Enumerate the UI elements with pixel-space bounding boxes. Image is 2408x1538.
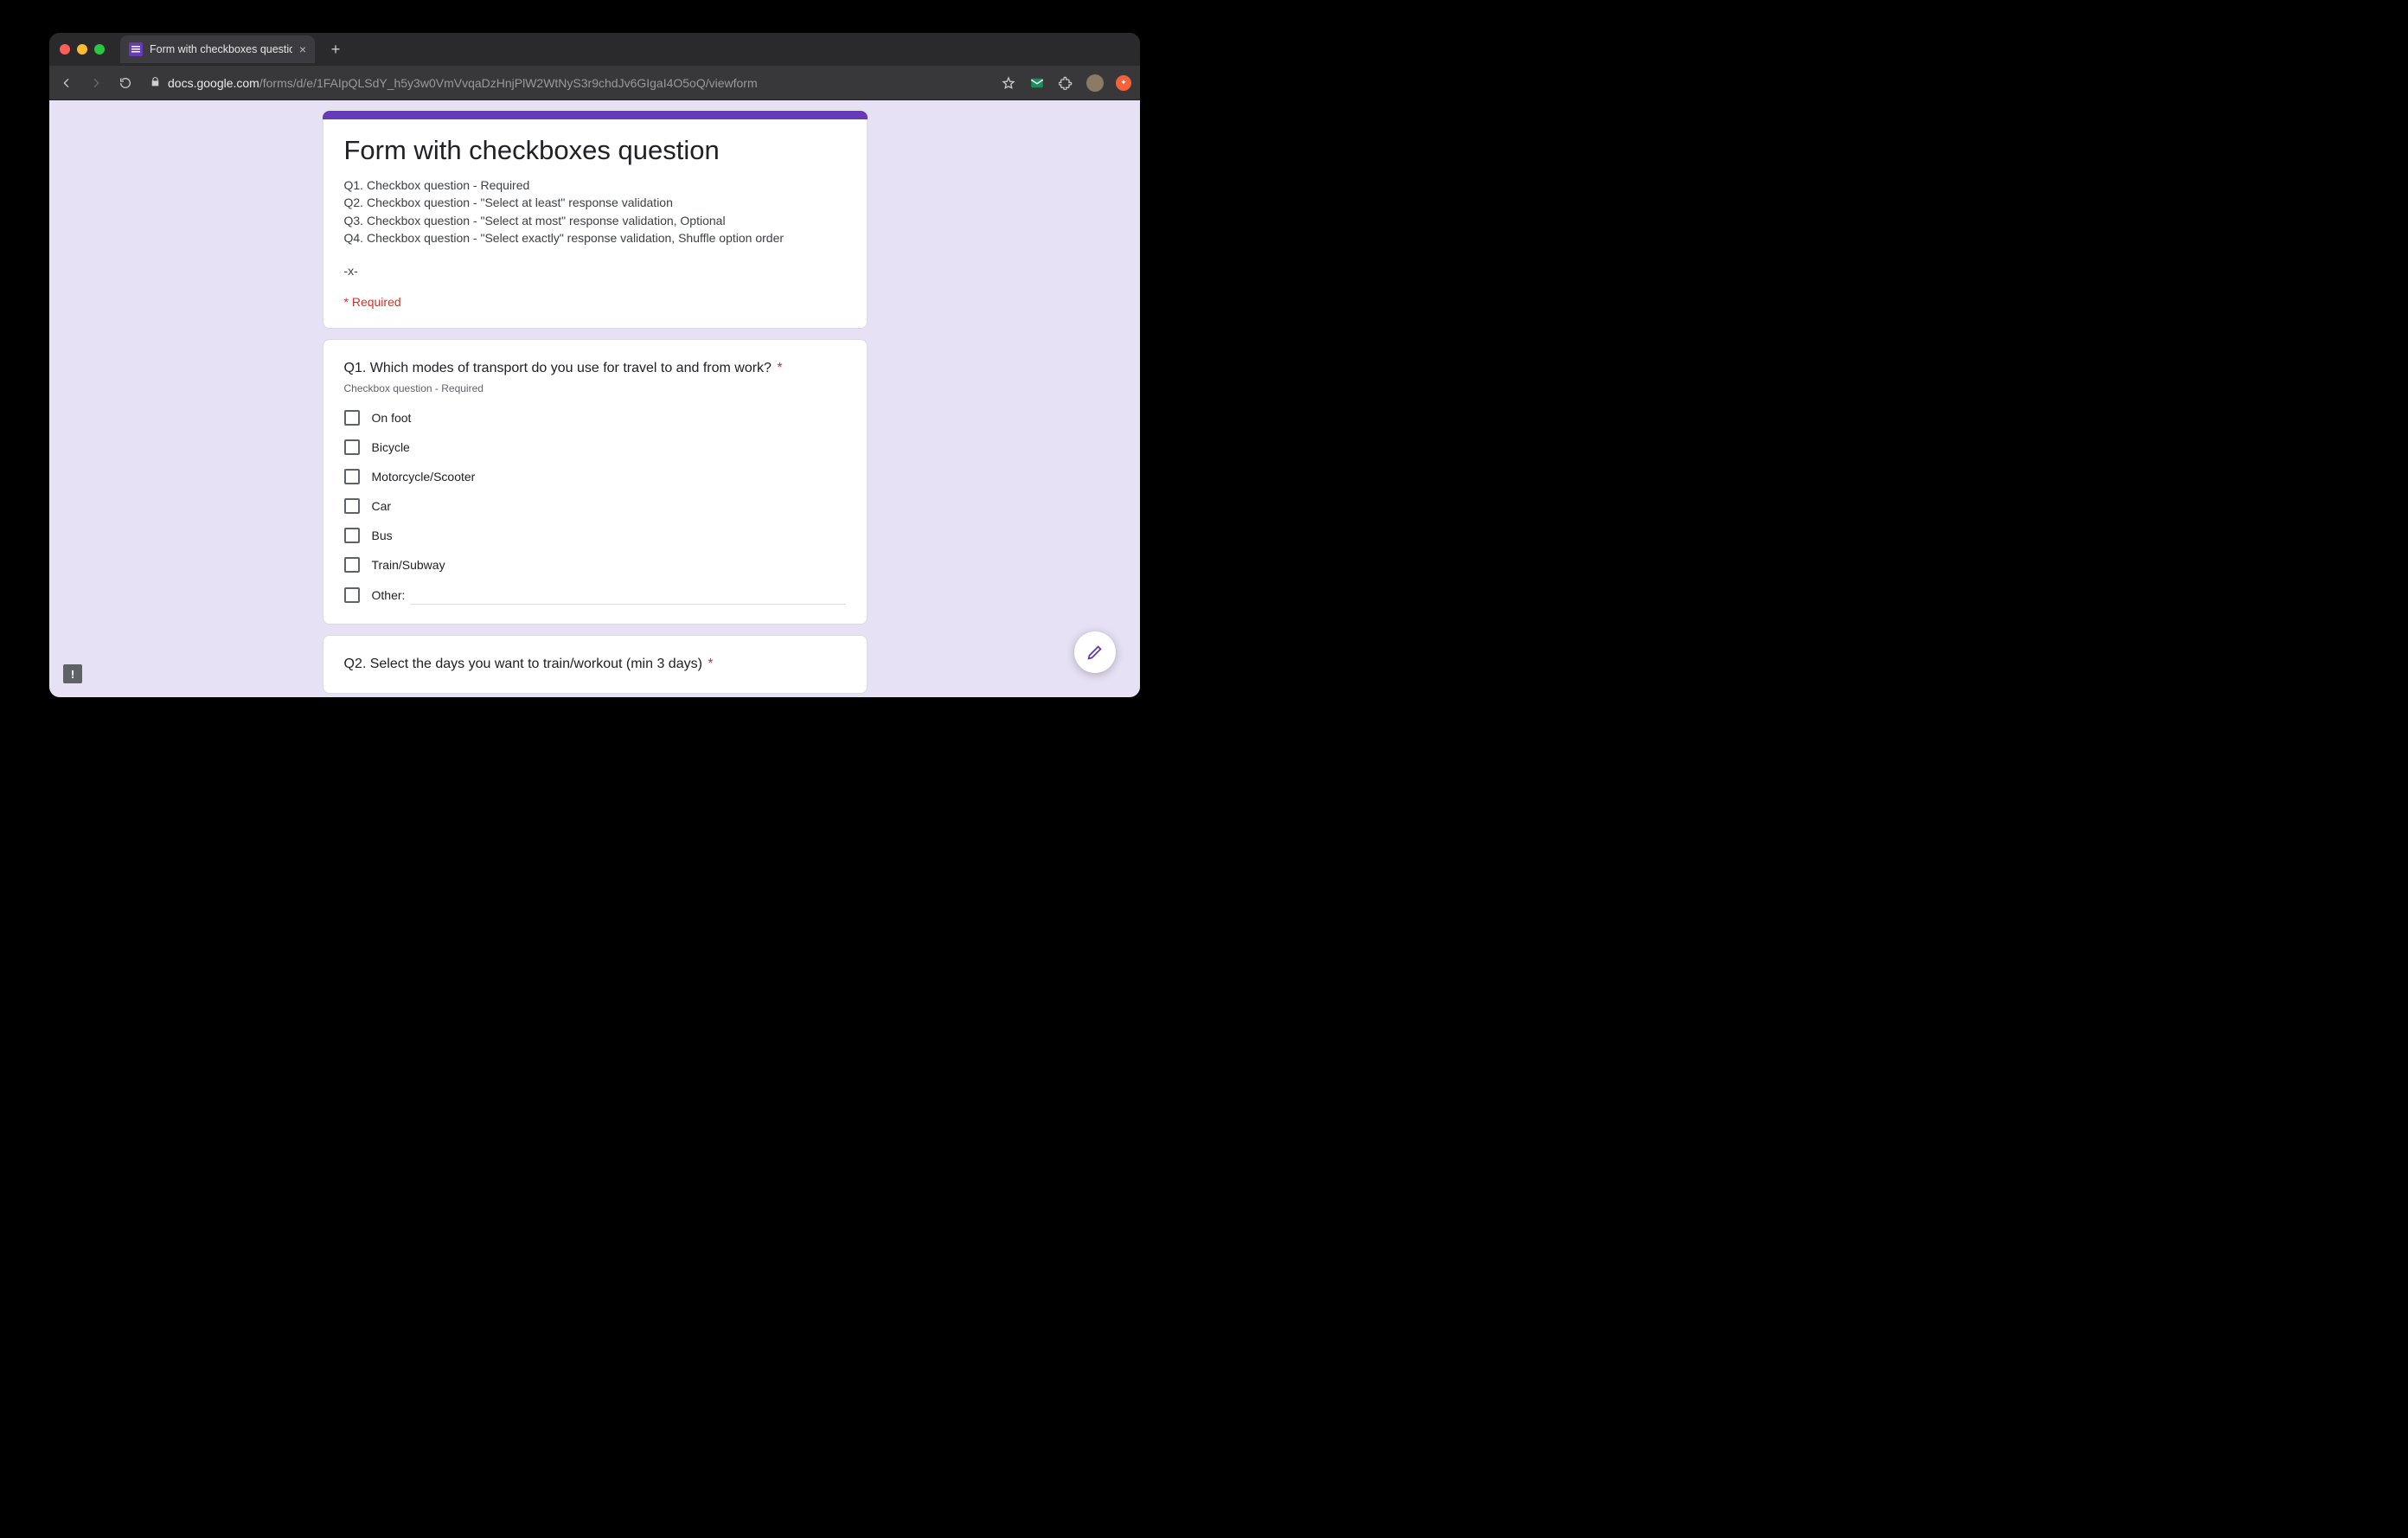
- window-maximize-button[interactable]: [94, 44, 105, 54]
- desc-separator: -x-: [344, 262, 846, 279]
- checkbox-option[interactable]: Bicycle: [344, 439, 846, 455]
- checkbox-option-other[interactable]: Other:: [344, 586, 846, 605]
- checkbox-icon[interactable]: [344, 557, 360, 573]
- titlebar: Form with checkboxes questio × +: [49, 33, 1140, 66]
- checkbox-icon[interactable]: [344, 498, 360, 514]
- option-label: Car: [372, 499, 392, 513]
- pencil-icon: [1086, 643, 1105, 662]
- lock-icon: [150, 76, 161, 90]
- desc-line: Q2. Checkbox question - "Select at least…: [344, 194, 846, 211]
- toolbar-actions: [1000, 74, 1131, 92]
- tab-title: Form with checkboxes questio: [150, 43, 292, 55]
- window-minimize-button[interactable]: [77, 44, 87, 54]
- checkbox-option[interactable]: On foot: [344, 410, 846, 426]
- desc-line: Q3. Checkbox question - "Select at most"…: [344, 212, 846, 229]
- mail-extension-icon[interactable]: [1029, 75, 1045, 91]
- required-note: * Required: [344, 295, 846, 309]
- form-title: Form with checkboxes question: [344, 135, 846, 166]
- other-label: Other:: [372, 588, 406, 602]
- checkbox-option[interactable]: Bus: [344, 528, 846, 543]
- checkbox-options: On foot Bicycle Motorcycle/Scooter Car: [344, 410, 846, 605]
- option-label: On foot: [372, 411, 412, 425]
- option-label: Motorcycle/Scooter: [372, 470, 476, 484]
- desc-line: Q4. Checkbox question - "Select exactly"…: [344, 229, 846, 247]
- checkbox-icon[interactable]: [344, 587, 360, 603]
- exclamation-icon: !: [71, 669, 74, 680]
- form-description: Q1. Checkbox question - Required Q2. Che…: [344, 176, 846, 279]
- tab-close-button[interactable]: ×: [299, 42, 306, 56]
- browser-tab[interactable]: Form with checkboxes questio ×: [120, 35, 315, 63]
- edit-form-fab[interactable]: [1074, 631, 1116, 673]
- option-label: Bicycle: [372, 440, 410, 454]
- form-container: Form with checkboxes question Q1. Checkb…: [323, 109, 868, 694]
- bookmark-star-icon[interactable]: [1000, 74, 1017, 92]
- desc-line: Q1. Checkbox question - Required: [344, 176, 846, 194]
- required-star: *: [777, 361, 782, 375]
- browser-window: Form with checkboxes questio × + docs.go…: [49, 33, 1140, 697]
- checkbox-option[interactable]: Car: [344, 498, 846, 514]
- forward-button[interactable]: [87, 74, 105, 92]
- new-tab-button[interactable]: +: [323, 37, 348, 61]
- checkbox-option[interactable]: Train/Subway: [344, 557, 846, 573]
- other-text-input[interactable]: [410, 586, 845, 605]
- url-text: docs.google.com/forms/d/e/1FAIpQLSdY_h5y…: [168, 76, 758, 90]
- form-header-card: Form with checkboxes question Q1. Checkb…: [323, 109, 868, 329]
- question-card-q1: Q1. Which modes of transport do you use …: [323, 339, 868, 624]
- checkbox-icon[interactable]: [344, 410, 360, 426]
- question-title: Q2. Select the days you want to train/wo…: [344, 655, 846, 674]
- question-card-q2: Q2. Select the days you want to train/wo…: [323, 635, 868, 694]
- checkbox-option[interactable]: Motorcycle/Scooter: [344, 469, 846, 484]
- forms-favicon-icon: [129, 42, 143, 56]
- profile-avatar[interactable]: [1086, 74, 1104, 92]
- extension-badge-icon[interactable]: [1116, 75, 1131, 91]
- browser-toolbar: docs.google.com/forms/d/e/1FAIpQLSdY_h5y…: [49, 66, 1140, 100]
- question-title: Q1. Which modes of transport do you use …: [344, 359, 846, 378]
- window-controls: [60, 44, 105, 54]
- tab-strip: Form with checkboxes questio × +: [120, 35, 348, 63]
- extensions-puzzle-icon[interactable]: [1057, 74, 1074, 92]
- required-star: *: [708, 657, 713, 671]
- address-bar[interactable]: docs.google.com/forms/d/e/1FAIpQLSdY_h5y…: [146, 76, 981, 90]
- option-label: Bus: [372, 529, 393, 542]
- page-viewport: Form with checkboxes question Q1. Checkb…: [49, 100, 1140, 697]
- checkbox-icon[interactable]: [344, 439, 360, 455]
- reload-button[interactable]: [117, 74, 134, 92]
- accent-bar: [323, 111, 868, 119]
- report-problem-button[interactable]: !: [63, 664, 82, 683]
- window-close-button[interactable]: [60, 44, 70, 54]
- back-button[interactable]: [58, 74, 75, 92]
- checkbox-icon[interactable]: [344, 469, 360, 484]
- question-subtitle: Checkbox question - Required: [344, 382, 846, 394]
- option-label: Train/Subway: [372, 558, 445, 572]
- checkbox-icon[interactable]: [344, 528, 360, 543]
